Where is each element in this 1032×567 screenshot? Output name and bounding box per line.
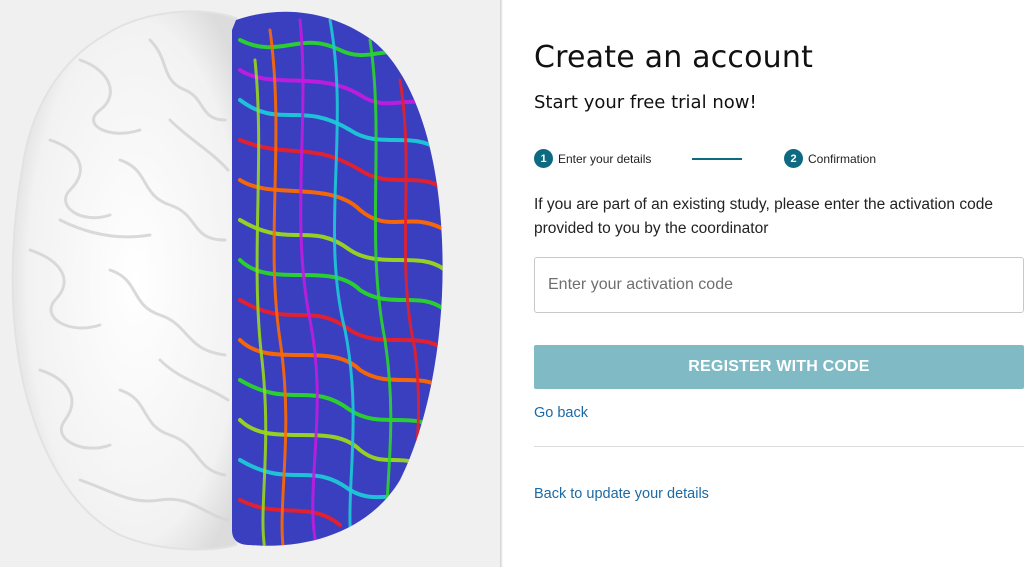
step-number-badge: 1 [534,149,553,168]
page-subtitle: Start your free trial now! [534,92,757,113]
panel-divider [500,0,503,567]
step-label: Enter your details [558,151,652,166]
brain-cortex [11,10,237,551]
step-enter-details: 1 Enter your details [534,149,651,168]
back-to-update-details-link[interactable]: Back to update your details [534,486,709,502]
step-label: Confirmation [808,151,877,166]
brain-illustration [11,10,443,551]
step-number-badge: 2 [784,149,803,168]
activation-instructions: If you are part of an existing study, pl… [534,196,993,237]
create-account-page: Create an account Start your free trial … [0,0,1032,567]
activation-code-input[interactable] [534,257,1024,313]
progress-stepper: 1 Enter your details 2 Confirmation [534,149,934,169]
hero-image-panel [0,0,500,567]
divider [534,446,1024,447]
step-confirmation: 2 Confirmation [784,149,876,168]
go-back-link[interactable]: Go back [534,405,588,421]
page-title: Create an account [534,40,814,75]
signup-form-panel: Create an account Start your free trial … [534,0,1024,567]
step-connector [692,158,742,160]
register-with-code-button[interactable]: REGISTER WITH CODE [534,345,1024,389]
fiber-tracts [232,11,443,546]
